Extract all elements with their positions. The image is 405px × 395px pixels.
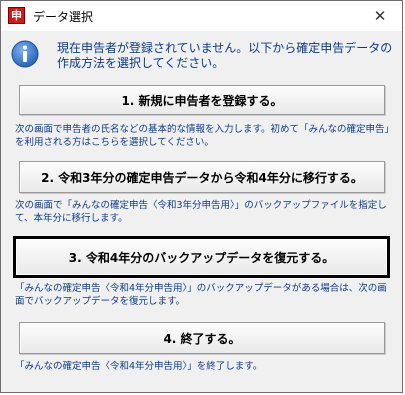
button-label: 2. 令和3年分の確定申告データから令和4年分に移行する。 bbox=[41, 170, 363, 185]
button-label: 4. 終了する。 bbox=[163, 331, 241, 346]
info-icon bbox=[11, 40, 39, 68]
close-icon: ✕ bbox=[373, 7, 387, 25]
option-4-description: 「みんなの確定申告〈令和4年分申告用〉」を終了します。 bbox=[15, 361, 263, 372]
header-message: 現在申告者が登録されていません。以下から確定申告データの作成方法を選択してくださ… bbox=[57, 41, 393, 70]
restore-backup-button[interactable]: 3. 令和4年分のバックアップデータを復元する。 bbox=[13, 236, 390, 278]
migrate-previous-year-button[interactable]: 2. 令和3年分の確定申告データから令和4年分に移行する。 bbox=[19, 161, 385, 193]
button-label: 3. 令和4年分のバックアップデータを復元する。 bbox=[68, 250, 335, 265]
close-button[interactable]: ✕ bbox=[358, 1, 402, 31]
data-selection-dialog: 申 データ選択 ✕ 現在申告者が登録されていません。以下から確定申告データの作成… bbox=[0, 0, 403, 393]
option-3-description: 「みんなの確定申告〈令和4年分申告用〉」のバックアップデータがある場合は、次の画… bbox=[15, 283, 387, 307]
title-bar[interactable]: 申 データ選択 ✕ bbox=[1, 1, 402, 31]
option-1-description: 次の画面で申告者の氏名などの基本的な情報を入力します。初めて「みんなの確定申告」… bbox=[15, 124, 395, 148]
exit-button[interactable]: 4. 終了する。 bbox=[19, 322, 385, 354]
app-icon: 申 bbox=[8, 7, 25, 24]
option-2-description: 次の画面で「みんなの確定申告〈令和3年分申告用〉」のバックアップファイルを指定し… bbox=[15, 200, 387, 224]
window-title: データ選択 bbox=[33, 10, 94, 24]
register-new-filer-button[interactable]: 1. 新規に申告者を登録する。 bbox=[19, 85, 385, 115]
button-label: 1. 新規に申告者を登録する。 bbox=[121, 93, 283, 108]
